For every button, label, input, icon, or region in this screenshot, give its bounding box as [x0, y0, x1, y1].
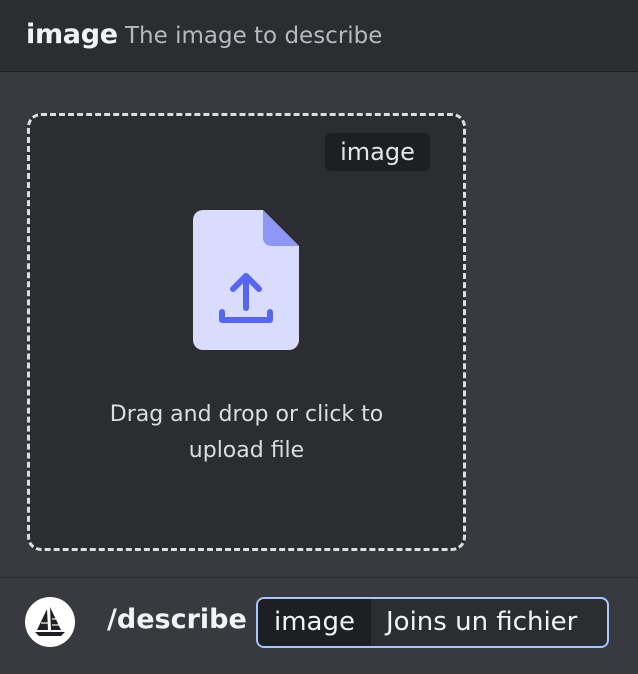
sailboat-logo-icon: [35, 607, 65, 636]
bot-avatar[interactable]: [25, 597, 75, 647]
describe-command-panel: image The image to describe image Drag a…: [0, 0, 638, 674]
file-upload-icon[interactable]: [193, 210, 299, 350]
dropzone-instruction-line-2: upload file: [188, 438, 305, 463]
dropzone-instructions[interactable]: Drag and drop or click to upload file: [30, 397, 463, 469]
option-description: The image to describe: [125, 23, 383, 49]
command-name: /describe: [107, 604, 247, 635]
option-chip-name: image: [258, 599, 371, 646]
option-chip-value[interactable]: Joins un fichier: [386, 599, 577, 646]
option-header: image The image to describe: [0, 0, 638, 72]
option-name: image: [26, 19, 118, 50]
image-option-field[interactable]: image Joins un fichier: [256, 597, 609, 648]
dropzone-option-tag: image: [325, 133, 430, 171]
dropzone-instruction-line-1: Drag and drop or click to: [109, 402, 384, 427]
